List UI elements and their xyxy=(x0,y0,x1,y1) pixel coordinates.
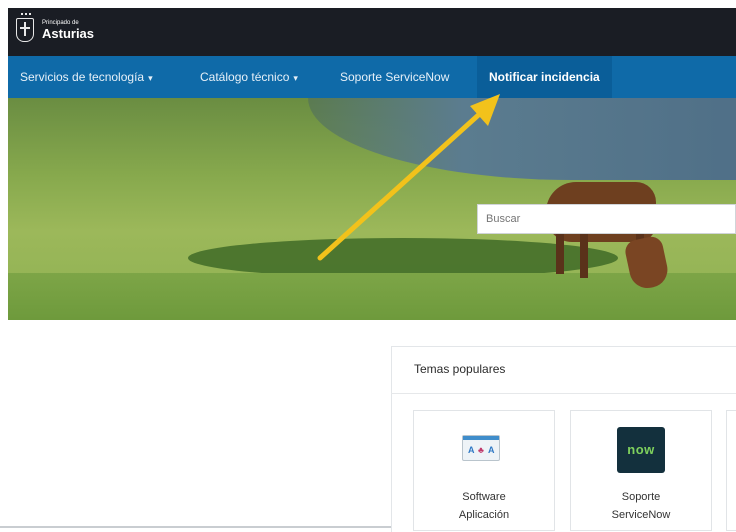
search-input[interactable] xyxy=(477,204,736,234)
topic-card-partial[interactable] xyxy=(726,410,736,531)
chevron-down-icon: ▾ xyxy=(148,73,153,83)
chevron-down-icon: ▾ xyxy=(293,73,298,83)
nav-notificar-incidencia[interactable]: Notificar incidencia xyxy=(477,56,612,98)
topic-card-software-aplicacion[interactable]: A ♣ A Software Aplicación xyxy=(413,410,555,531)
popular-topics-title: Temas populares xyxy=(414,362,506,376)
divider xyxy=(391,393,736,394)
servicenow-icon: now xyxy=(617,427,665,473)
topic-card-soporte-servicenow[interactable]: now Soporte ServiceNow xyxy=(570,410,712,531)
card-label-line2: ServiceNow xyxy=(611,509,671,521)
nav-soporte-servicenow[interactable]: Soporte ServiceNow xyxy=(340,56,449,98)
app-icon: A ♣ A xyxy=(462,435,500,461)
nav-label: Catálogo técnico xyxy=(200,70,290,84)
divider xyxy=(0,526,391,528)
nav-servicios-tecnologia[interactable]: Servicios de tecnología ▾ xyxy=(20,56,153,98)
card-label-line2: Aplicación xyxy=(458,509,510,521)
top-header: Principado de Asturias xyxy=(8,8,736,56)
nav-label: Soporte ServiceNow xyxy=(340,70,450,84)
coat-of-arms-icon xyxy=(16,13,34,42)
main-nav: Servicios de tecnología ▾ Catálogo técnic… xyxy=(8,56,736,98)
logo-title: Asturias xyxy=(42,26,95,41)
nav-label: Notificar incidencia xyxy=(489,70,600,84)
nav-catalogo-tecnico[interactable]: Catálogo técnico ▾ xyxy=(200,56,298,98)
card-label-line1: Soporte xyxy=(621,491,661,503)
nav-label: Servicios de tecnología xyxy=(20,70,145,84)
asturias-logo[interactable]: Principado de Asturias xyxy=(16,13,95,42)
card-label-line1: Software xyxy=(462,491,506,503)
